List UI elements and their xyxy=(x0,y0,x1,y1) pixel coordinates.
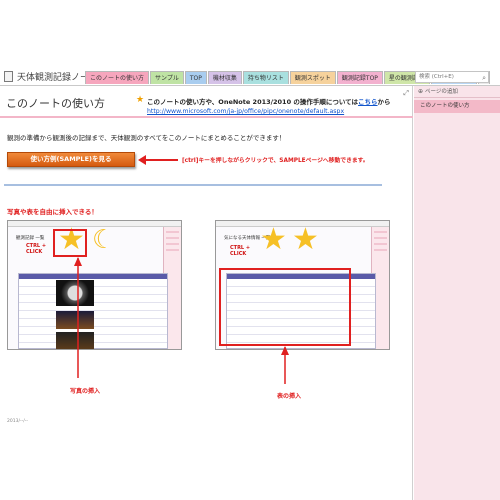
moon-icon: ☾ xyxy=(92,225,116,255)
help-note: このノートの使い方や、OneNote 2013/2010 の操作手順についてはこ… xyxy=(147,96,391,106)
ctrl-click-label: CTRL + CLICK xyxy=(26,243,47,255)
notebook-icon[interactable] xyxy=(4,71,13,82)
section-tab[interactable]: TOP xyxy=(184,71,207,84)
section-divider xyxy=(4,184,382,186)
star-icon: ★ xyxy=(292,222,319,257)
page-list-panel: ⊕ ページの追加 このノートの使い方 xyxy=(414,86,500,500)
search-input[interactable]: 検索 (Ctrl+E) ⌕ xyxy=(415,71,489,83)
ctrl-click-label: CTRL + CLICK xyxy=(230,245,251,257)
sample-button[interactable]: 使い方例(SAMPLE)を見る xyxy=(7,152,135,167)
section-tab[interactable]: 持ち物リスト xyxy=(242,71,289,84)
thumb-title: 観測記録 一覧 xyxy=(16,236,45,241)
page-footer-date: 2013/--/-- xyxy=(7,419,28,424)
section-tab[interactable]: サンプル xyxy=(150,71,184,84)
table-insert-label: 表の挿入 xyxy=(277,393,302,400)
ctrl-click-note: [ctrl]キーを押しながらクリックで、SAMPLEページへ移動できます。 xyxy=(182,158,369,164)
page-header: このノートの使い方 ⤢ ★ このノートの使い方や、OneNote 2013/20… xyxy=(0,86,413,115)
header-divider xyxy=(0,116,413,118)
add-page-button[interactable]: ⊕ ページの追加 xyxy=(414,86,500,98)
moon-photo xyxy=(56,280,94,306)
add-page-label: ページの追加 xyxy=(425,89,458,95)
help-note-suffix: から xyxy=(377,98,391,106)
night-city-photo xyxy=(56,311,94,329)
table-highlight-box xyxy=(219,268,351,346)
page-description: 観測の準備から観測後の記録まで、天体観測のすべてをこのノートにまとめることができ… xyxy=(7,134,286,142)
photo-highlight-box xyxy=(53,229,87,257)
star-icon: ★ xyxy=(260,222,287,257)
help-note-prefix: このノートの使い方や、OneNote 2013/2010 の操作手順については xyxy=(147,98,359,106)
section-tab[interactable]: 機材収集 xyxy=(207,71,242,84)
section-tab[interactable]: 観測スポット xyxy=(289,71,336,84)
photo-insert-label: 写真の挿入 xyxy=(70,388,101,395)
add-page-icon: ⊕ xyxy=(418,88,424,95)
search-icon[interactable]: ⌕ xyxy=(482,73,486,84)
help-link[interactable]: こちら xyxy=(358,98,378,106)
page-list-item[interactable]: このノートの使い方 xyxy=(414,100,500,113)
arrow-line xyxy=(142,159,178,161)
insert-heading: 写真や表を自由に挿入できる！ xyxy=(7,208,98,216)
photo-example-thumbnail: 観測記録 一覧 ★ ☾ CTRL + CLICK xyxy=(7,220,182,350)
help-url-link[interactable]: http://www.microsoft.com/ja-jp/office/pi… xyxy=(147,108,344,115)
night-landscape-photo xyxy=(56,332,94,349)
expand-icon[interactable]: ⤢ xyxy=(403,89,409,98)
section-tab[interactable]: このノートの使い方 xyxy=(85,71,150,84)
star-icon: ★ xyxy=(136,95,145,105)
section-tab[interactable]: 観測記録TOP xyxy=(336,71,383,84)
search-placeholder: 検索 (Ctrl+E) xyxy=(419,74,454,80)
notebook-toolbar: 天体観測記録ノート ▾ このノートの使い方サンプルTOP機材収集持ち物リスト観測… xyxy=(0,68,500,86)
page-canvas: このノートの使い方 ⤢ ★ このノートの使い方や、OneNote 2013/20… xyxy=(0,86,413,500)
page-title[interactable]: このノートの使い方 xyxy=(6,95,105,111)
